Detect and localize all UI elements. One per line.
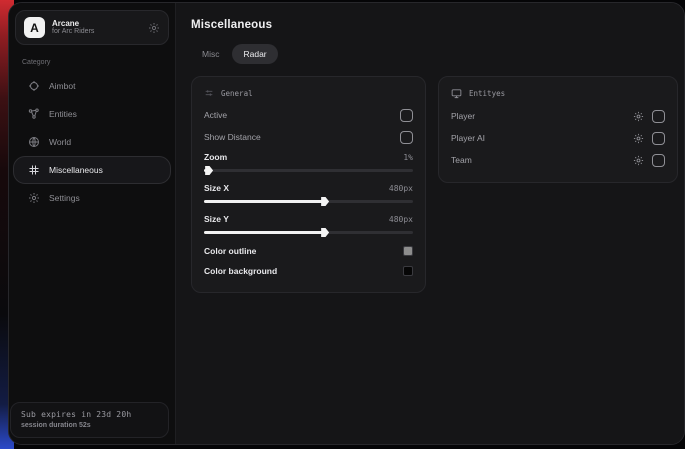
gear-icon[interactable] <box>633 133 644 144</box>
zoom-row: Zoom 1% <box>204 148 413 166</box>
page-title: Miscellaneous <box>191 19 678 31</box>
color-outline-row: Color outline <box>204 241 413 261</box>
sliders-icon <box>204 88 214 98</box>
sidebar-item-world[interactable]: World <box>13 128 171 156</box>
screen: A Arcane for Arc Riders Category <box>0 0 685 449</box>
sidebar-item-settings[interactable]: Settings <box>13 184 171 212</box>
active-checkbox[interactable] <box>400 109 413 122</box>
gear-icon[interactable] <box>148 22 160 34</box>
sidebar-item-label: World <box>49 137 71 147</box>
active-row: Active <box>204 104 413 126</box>
size-y-value: 480px <box>389 215 413 224</box>
app-subtitle: for Arc Riders <box>52 28 141 36</box>
entities-card: Entityes Player <box>438 76 678 183</box>
team-label: Team <box>451 155 472 165</box>
monitor-icon <box>451 88 462 99</box>
size-y-row: Size Y 480px <box>204 210 413 228</box>
crosshair-icon <box>28 80 40 92</box>
player-label: Player <box>451 111 475 121</box>
zoom-slider[interactable] <box>204 169 413 172</box>
sidebar-item-entities[interactable]: Entities <box>13 100 171 128</box>
active-label: Active <box>204 110 227 120</box>
globe-icon <box>28 136 40 148</box>
main-content: Miscellaneous Misc Radar General <box>176 3 685 444</box>
player-ai-label: Player AI <box>451 133 485 143</box>
app-title: Arcane <box>52 19 141 28</box>
tab-misc[interactable]: Misc <box>191 44 230 64</box>
show-distance-row: Show Distance <box>204 126 413 148</box>
app-window: A Arcane for Arc Riders Category <box>8 2 685 445</box>
size-y-slider[interactable] <box>204 231 413 234</box>
color-outline-swatch[interactable] <box>403 246 413 256</box>
size-y-slider-thumb[interactable] <box>321 228 329 237</box>
size-y-label: Size Y <box>204 214 229 224</box>
session-duration-text: session duration 52s <box>21 422 158 429</box>
network-icon <box>28 108 40 120</box>
zoom-value: 1% <box>403 153 413 162</box>
sidebar-item-label: Entities <box>49 109 77 119</box>
sidebar-nav: Aimbot Entities <box>9 72 175 212</box>
player-row: Player <box>451 105 665 127</box>
sidebar-item-label: Settings <box>49 193 80 203</box>
general-card: General Active Show Distance Zoom 1% <box>191 76 426 293</box>
gear-icon[interactable] <box>633 155 644 166</box>
sidebar-item-label: Miscellaneous <box>49 165 103 175</box>
subscription-info-card: Sub expires in 23d 20h session duration … <box>10 402 169 438</box>
app-logo: A <box>24 17 45 38</box>
tab-radar[interactable]: Radar <box>232 44 277 64</box>
gear-icon[interactable] <box>633 111 644 122</box>
color-background-row: Color background <box>204 261 413 281</box>
size-x-slider-thumb[interactable] <box>321 197 329 206</box>
sidebar-item-miscellaneous[interactable]: Miscellaneous <box>13 156 171 184</box>
color-outline-label: Color outline <box>204 246 256 256</box>
gear-icon <box>28 192 40 204</box>
grid-icon <box>28 164 40 176</box>
sub-expiry-text: Sub expires in 23d 20h <box>21 410 158 419</box>
size-x-value: 480px <box>389 184 413 193</box>
show-distance-checkbox[interactable] <box>400 131 413 144</box>
team-checkbox[interactable] <box>652 154 665 167</box>
show-distance-label: Show Distance <box>204 132 261 142</box>
player-ai-checkbox[interactable] <box>652 132 665 145</box>
size-x-row: Size X 480px <box>204 179 413 197</box>
sidebar-item-aimbot[interactable]: Aimbot <box>13 72 171 100</box>
sidebar: A Arcane for Arc Riders Category <box>9 3 176 444</box>
card-title: General <box>221 89 253 98</box>
color-background-swatch[interactable] <box>403 266 413 276</box>
player-checkbox[interactable] <box>652 110 665 123</box>
team-row: Team <box>451 149 665 171</box>
tab-bar: Misc Radar <box>191 44 678 64</box>
zoom-slider-thumb[interactable] <box>205 166 213 175</box>
player-ai-row: Player AI <box>451 127 665 149</box>
card-title: Entityes <box>469 89 505 98</box>
color-background-label: Color background <box>204 266 277 276</box>
zoom-label: Zoom <box>204 152 227 162</box>
size-x-slider[interactable] <box>204 200 413 203</box>
category-label: Category <box>22 59 175 66</box>
size-x-label: Size X <box>204 183 229 193</box>
sidebar-item-label: Aimbot <box>49 81 75 91</box>
app-header-card: A Arcane for Arc Riders <box>15 10 169 45</box>
